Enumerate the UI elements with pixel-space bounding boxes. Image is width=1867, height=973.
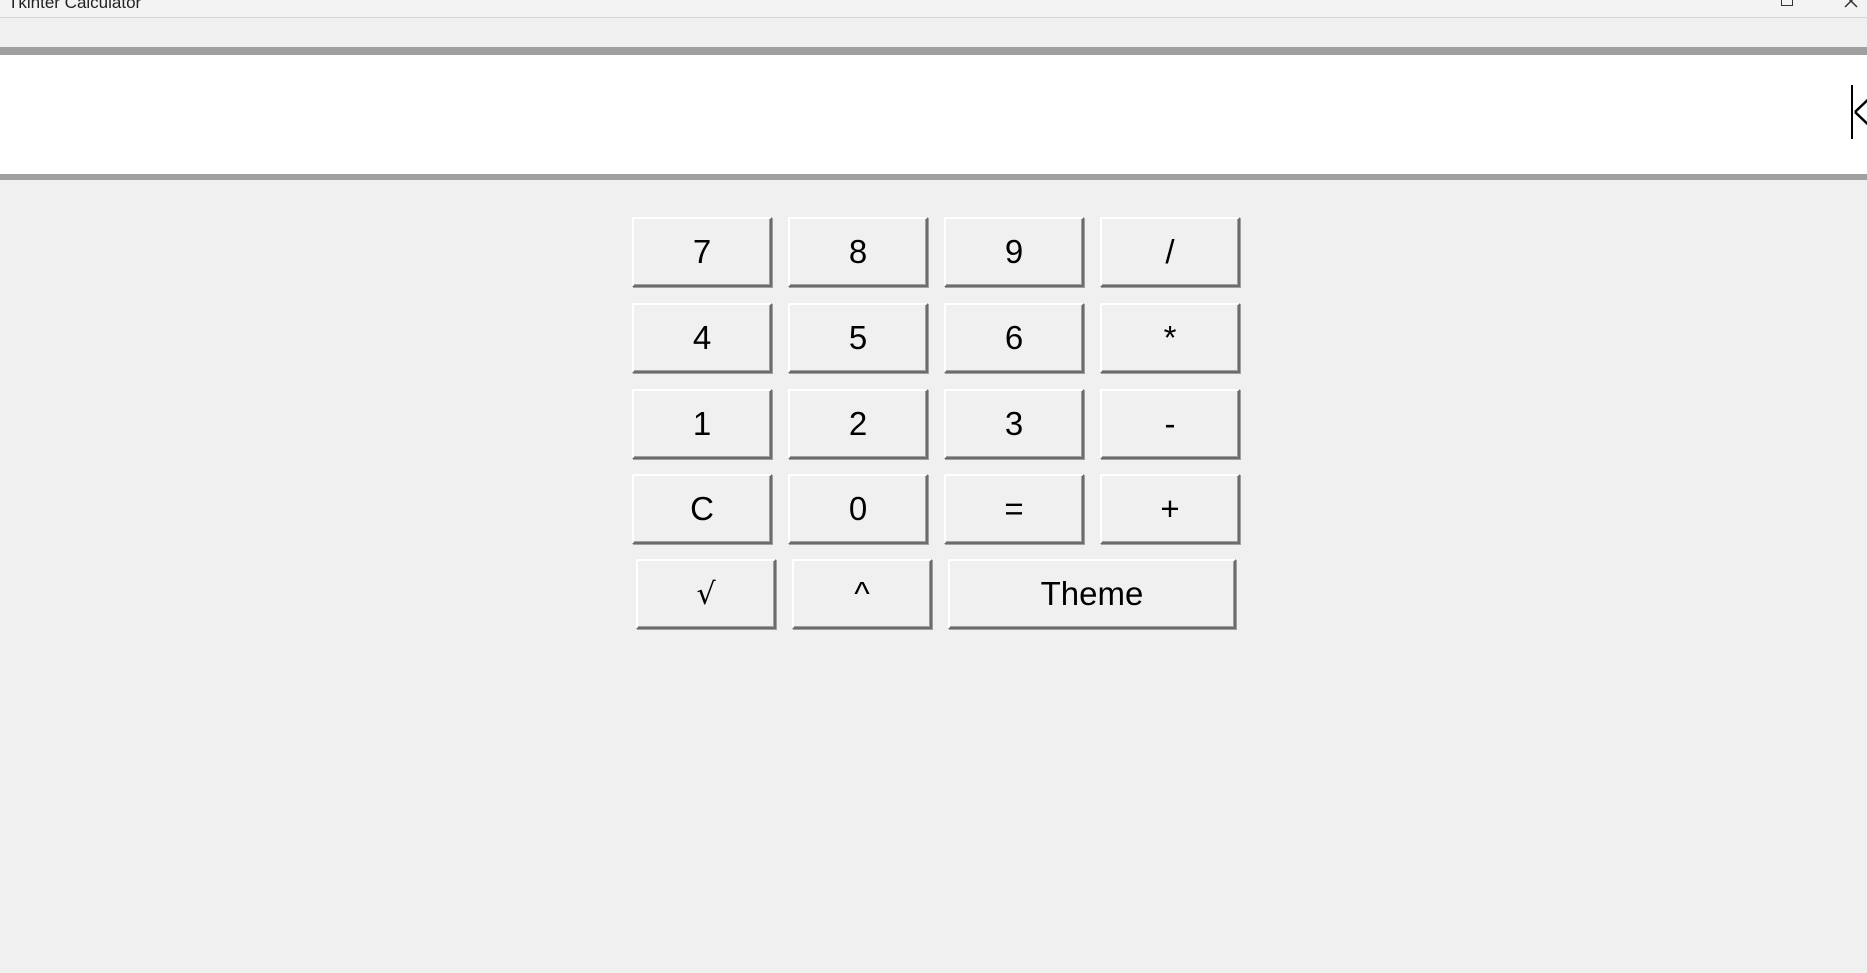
equals-button[interactable]: = [944, 474, 1084, 544]
key-5-button[interactable]: 5 [788, 303, 928, 373]
restore-icon[interactable] [1781, 0, 1793, 6]
divide-button[interactable]: / [1100, 217, 1240, 287]
close-icon[interactable] [1843, 0, 1859, 9]
key-7-button[interactable]: 7 [632, 217, 772, 287]
theme-button[interactable]: Theme [948, 559, 1236, 629]
window-title: Tkinter Calculator [8, 0, 142, 12]
clear-button[interactable]: C [632, 474, 772, 544]
key-1-button[interactable]: 1 [632, 389, 772, 459]
sqrt-button[interactable]: √ [636, 559, 776, 629]
subtract-button[interactable]: - [1100, 389, 1240, 459]
display-frame [0, 47, 1867, 180]
key-4-button[interactable]: 4 [632, 303, 772, 373]
add-button[interactable]: + [1100, 474, 1240, 544]
display-entry[interactable] [0, 55, 1867, 174]
power-button[interactable]: ^ [792, 559, 932, 629]
multiply-button[interactable]: * [1100, 303, 1240, 373]
key-2-button[interactable]: 2 [788, 389, 928, 459]
key-0-button[interactable]: 0 [788, 474, 928, 544]
key-9-button[interactable]: 9 [944, 217, 1084, 287]
title-bar: Tkinter Calculator [0, 0, 1867, 18]
key-3-button[interactable]: 3 [944, 389, 1084, 459]
top-padding [0, 18, 1867, 47]
text-cursor-overflow [1853, 89, 1867, 135]
key-6-button[interactable]: 6 [944, 303, 1084, 373]
key-8-button[interactable]: 8 [788, 217, 928, 287]
